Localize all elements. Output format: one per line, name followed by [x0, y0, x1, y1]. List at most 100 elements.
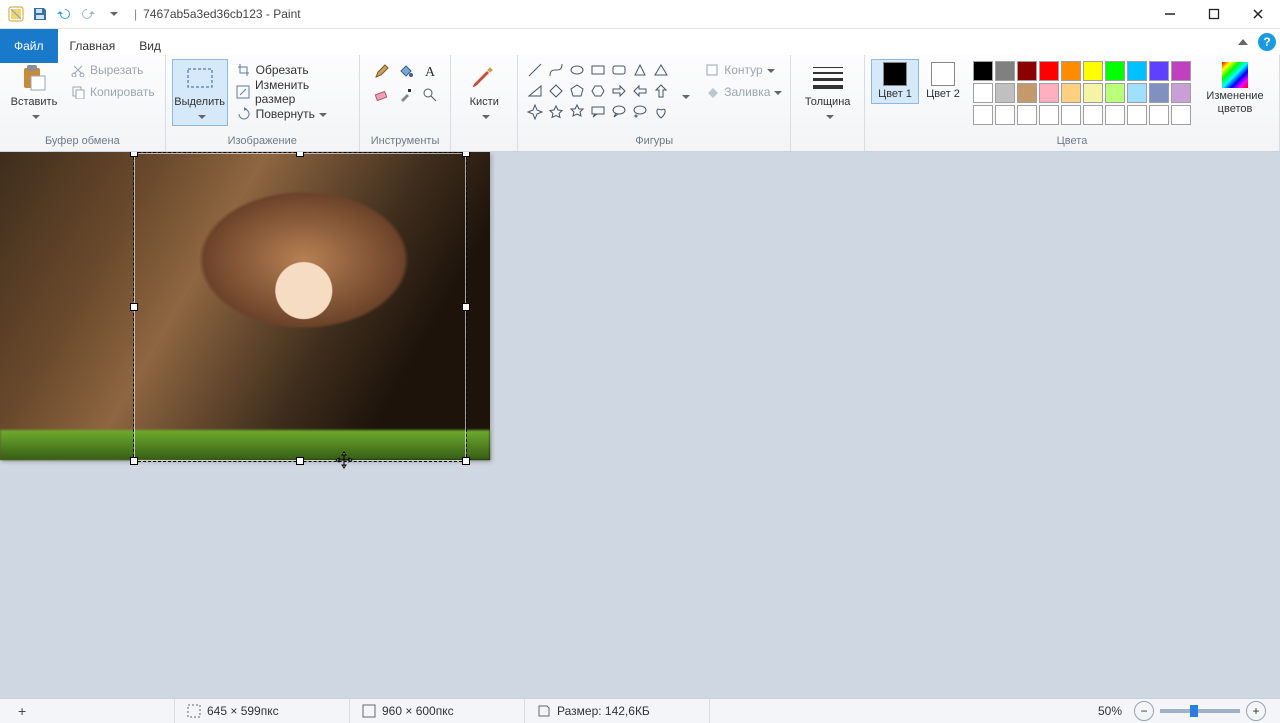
color-swatch[interactable] — [995, 61, 1015, 81]
maximize-button[interactable] — [1192, 0, 1236, 28]
picker-tool[interactable] — [394, 83, 418, 107]
color-swatch[interactable] — [995, 105, 1015, 125]
canvas[interactable] — [0, 152, 490, 460]
eraser-tool[interactable] — [370, 83, 394, 107]
shape-oval[interactable] — [567, 60, 587, 80]
magnifier-tool[interactable] — [418, 83, 442, 107]
color-swatch[interactable] — [1061, 105, 1081, 125]
handle-mr[interactable] — [462, 303, 470, 311]
color-swatch[interactable] — [1017, 61, 1037, 81]
edit-colors-button[interactable]: Изменение цветов — [1197, 59, 1273, 118]
thickness-button[interactable]: Толщина — [800, 59, 856, 126]
color-swatch[interactable] — [1039, 83, 1059, 103]
thickness-dropdown-icon[interactable] — [822, 111, 834, 124]
rotate-button[interactable]: Повернуть — [232, 103, 353, 125]
rotate-dropdown-icon[interactable] — [315, 107, 327, 121]
shape-triangle[interactable] — [651, 60, 671, 80]
color2-button[interactable]: Цвет 2 — [919, 59, 967, 104]
fill-tool[interactable] — [394, 59, 418, 83]
color-swatch[interactable] — [973, 105, 993, 125]
color-swatch[interactable] — [1149, 83, 1169, 103]
select-dropdown-icon[interactable] — [194, 111, 206, 124]
shape-heart[interactable] — [651, 102, 671, 122]
color-swatch[interactable] — [995, 83, 1015, 103]
color-swatch[interactable] — [1083, 61, 1103, 81]
color-swatch[interactable] — [1083, 83, 1103, 103]
shape-rect[interactable] — [588, 60, 608, 80]
shape-star4[interactable] — [525, 102, 545, 122]
brushes-dropdown-icon[interactable] — [478, 111, 490, 124]
color-swatch[interactable] — [1127, 61, 1147, 81]
color-swatch[interactable] — [1171, 61, 1191, 81]
color-swatch[interactable] — [1171, 83, 1191, 103]
handle-ml[interactable] — [130, 303, 138, 311]
handle-bm[interactable] — [296, 457, 304, 465]
shape-poly[interactable] — [630, 60, 650, 80]
shape-arrow-l[interactable] — [630, 81, 650, 101]
color-swatch[interactable] — [1105, 105, 1125, 125]
zoom-in-button[interactable]: + — [1246, 701, 1266, 721]
collapse-ribbon-icon[interactable] — [1238, 39, 1248, 45]
color-swatch[interactable] — [1017, 83, 1037, 103]
color-swatch[interactable] — [1127, 83, 1147, 103]
copy-button[interactable]: Копировать — [66, 81, 159, 103]
color-swatch[interactable] — [1061, 83, 1081, 103]
shape-star5[interactable] — [546, 102, 566, 122]
minimize-button[interactable] — [1148, 0, 1192, 28]
workspace[interactable] — [0, 152, 1280, 698]
zoom-slider[interactable] — [1160, 709, 1240, 713]
close-button[interactable] — [1236, 0, 1280, 28]
text-tool[interactable]: A — [418, 59, 442, 83]
shapes-gallery[interactable] — [524, 59, 672, 123]
brushes-button[interactable]: Кисти — [457, 59, 511, 126]
qat-dropdown-icon[interactable] — [103, 5, 121, 23]
handle-tr[interactable] — [462, 152, 470, 157]
zoom-slider-thumb[interactable] — [1190, 705, 1198, 717]
handle-br[interactable] — [462, 457, 470, 465]
handle-tm[interactable] — [296, 152, 304, 157]
color-swatch[interactable] — [1039, 105, 1059, 125]
fill-style-button[interactable]: Заливка — [700, 81, 786, 103]
shapes-dropdown-icon[interactable] — [678, 89, 690, 103]
shape-roundrect[interactable] — [609, 60, 629, 80]
shape-cloud[interactable] — [630, 102, 650, 122]
zoom-out-button[interactable]: − — [1134, 701, 1154, 721]
shape-curve[interactable] — [546, 60, 566, 80]
shape-arrow-r[interactable] — [609, 81, 629, 101]
fill-dropdown-icon[interactable] — [770, 85, 782, 99]
shape-arrow-u[interactable] — [651, 81, 671, 101]
color-swatch[interactable] — [1105, 83, 1125, 103]
shape-right-tri[interactable] — [525, 81, 545, 101]
color-swatch[interactable] — [1083, 105, 1103, 125]
undo-icon[interactable] — [55, 5, 73, 23]
select-button[interactable]: Выделить — [172, 59, 228, 126]
paste-dropdown-icon[interactable] — [28, 111, 40, 124]
shape-callout-oval[interactable] — [609, 102, 629, 122]
color-swatch[interactable] — [1105, 61, 1125, 81]
color-swatch[interactable] — [973, 61, 993, 81]
outline-dropdown-icon[interactable] — [763, 63, 775, 77]
save-icon[interactable] — [31, 5, 49, 23]
resize-button[interactable]: Изменить размер — [232, 81, 353, 103]
shape-pentagon[interactable] — [567, 81, 587, 101]
shape-diamond[interactable] — [546, 81, 566, 101]
color-swatch[interactable] — [1017, 105, 1037, 125]
color-swatch[interactable] — [1061, 61, 1081, 81]
pencil-tool[interactable] — [370, 59, 394, 83]
handle-tl[interactable] — [130, 152, 138, 157]
shape-callout-rect[interactable] — [588, 102, 608, 122]
shape-star6[interactable] — [567, 102, 587, 122]
redo-icon[interactable] — [79, 5, 97, 23]
shape-hexagon[interactable] — [588, 81, 608, 101]
color-swatch[interactable] — [1127, 105, 1147, 125]
color-swatch[interactable] — [1039, 61, 1059, 81]
handle-bl[interactable] — [130, 457, 138, 465]
color1-button[interactable]: Цвет 1 — [871, 59, 919, 104]
cut-button[interactable]: Вырезать — [66, 59, 159, 81]
color-swatch[interactable] — [973, 83, 993, 103]
color-swatch[interactable] — [1149, 105, 1169, 125]
selection-rect[interactable] — [133, 152, 467, 462]
shape-line[interactable] — [525, 60, 545, 80]
color-swatch[interactable] — [1171, 105, 1191, 125]
outline-button[interactable]: Контур — [700, 59, 786, 81]
